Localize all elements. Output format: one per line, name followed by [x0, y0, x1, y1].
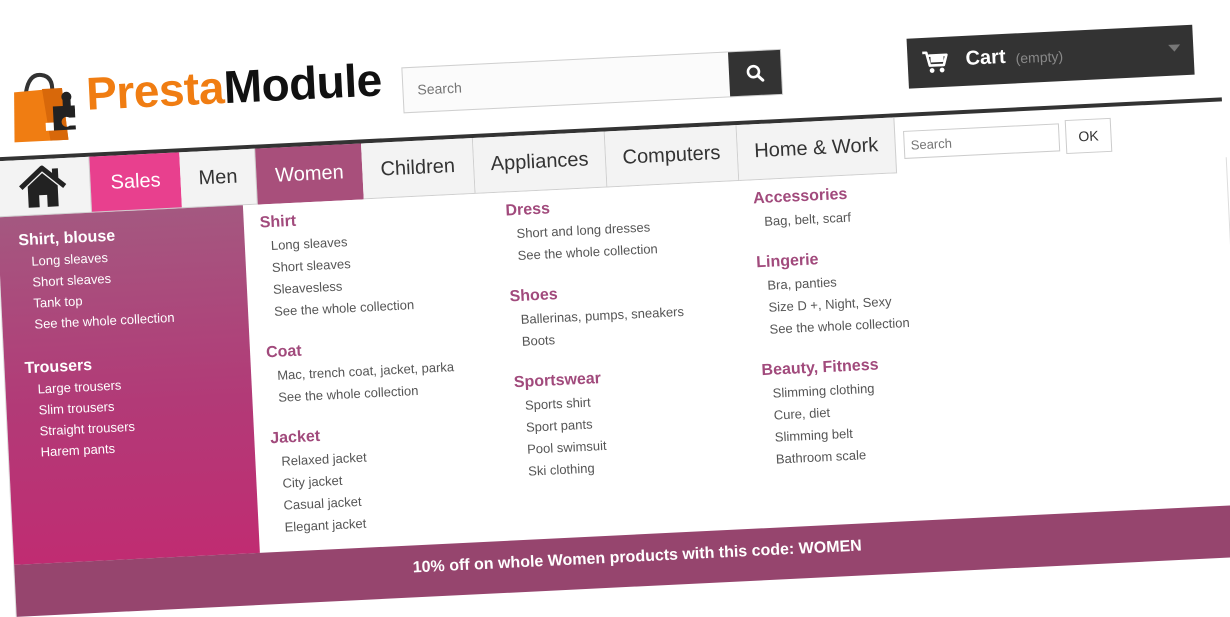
cart-button[interactable]: Cart (empty) [906, 24, 1195, 89]
menu-link[interactable]: Mac, trench coat, jacket, parka [277, 357, 507, 383]
promo-text: 10% off on whole Women products with thi… [412, 537, 863, 577]
menu-link[interactable]: Long sleaves [271, 227, 501, 253]
nav-computers[interactable]: Computers [604, 125, 740, 188]
nav-search-ok-button[interactable]: OK [1064, 117, 1113, 155]
menu-link[interactable]: Elegant jacket [284, 508, 514, 535]
mega-menu-column-2: Dress Short and long dresses See the who… [505, 191, 759, 486]
tilted-storefront: PrestaModule Cart (empty) [0, 0, 1230, 617]
mega-menu-column-1: Shirt Long sleaves Short sleaves Sleaves… [259, 203, 515, 542]
menu-link[interactable]: See the whole collection [274, 293, 504, 319]
menu-link[interactable]: Sport pants [526, 409, 756, 435]
menu-link[interactable]: See the whole collection [769, 311, 999, 337]
menu-link[interactable]: Ballerinas, pumps, sneakers [520, 301, 750, 327]
menu-link[interactable]: Relaxed jacket [281, 443, 511, 469]
cart-status: (empty) [1015, 48, 1064, 67]
menu-link[interactable]: Ski clothing [528, 452, 758, 478]
menu-link[interactable]: Slimming clothing [772, 374, 1002, 401]
menu-link[interactable]: See the whole collection [278, 379, 508, 405]
nav-women[interactable]: Women [255, 143, 364, 205]
menu-link[interactable]: Slimming belt [774, 418, 1004, 445]
cart-icon [922, 51, 948, 73]
women-mega-menu: Shirt, blouse Long sleaves Short sleaves… [0, 157, 1230, 617]
menu-link[interactable]: See the whole collection [517, 237, 747, 263]
menu-link[interactable]: Bag, belt, scarf [764, 203, 994, 229]
menu-link[interactable]: Size D +, Night, Sexy [768, 289, 998, 315]
menu-link[interactable]: Short and long dresses [516, 215, 746, 241]
main-search [401, 48, 784, 114]
menu-link[interactable]: Bathroom scale [776, 440, 1006, 466]
menu-link[interactable]: Sports shirt [525, 387, 755, 413]
logo[interactable]: PrestaModule [7, 50, 390, 148]
mega-menu-left-column: Shirt, blouse Long sleaves Short sleaves… [0, 205, 260, 565]
search-button[interactable] [727, 49, 783, 97]
nav-men[interactable]: Men [179, 148, 258, 209]
chevron-down-icon[interactable] [1167, 43, 1181, 54]
menu-link[interactable]: Sleavesless [273, 271, 503, 297]
menu-link[interactable]: Boots [521, 323, 751, 349]
menu-link[interactable]: Harem pants [40, 434, 254, 460]
search-input[interactable] [402, 52, 733, 113]
logo-text-module: Module [222, 53, 383, 114]
mega-menu-column-3: Accessories Bag, belt, scarf Lingerie Br… [753, 179, 1007, 474]
logo-text-presta: Presta [84, 61, 226, 120]
magnifier-icon [746, 64, 765, 82]
home-icon [18, 165, 66, 208]
menu-link[interactable]: Short sleaves [272, 249, 502, 275]
nav-sales[interactable]: Sales [89, 152, 182, 213]
menu-link[interactable]: Pool swimsuit [527, 430, 757, 457]
shopping-bag-puzzle-icon [14, 72, 76, 143]
nav-children[interactable]: Children [360, 137, 476, 200]
menu-link[interactable]: Casual jacket [283, 486, 513, 513]
nav-home-and-work[interactable]: Home & Work [736, 117, 898, 182]
nav-home[interactable] [0, 156, 93, 218]
menu-link[interactable]: City jacket [282, 464, 512, 491]
menu-link[interactable]: Bra, panties [767, 267, 997, 292]
nav-appliances[interactable]: Appliances [472, 131, 608, 194]
menu-link[interactable]: Cure, diet [773, 396, 1003, 423]
cart-label: Cart [965, 45, 1007, 70]
nav-search: OK [902, 107, 1113, 173]
nav-search-input[interactable] [903, 123, 1061, 159]
